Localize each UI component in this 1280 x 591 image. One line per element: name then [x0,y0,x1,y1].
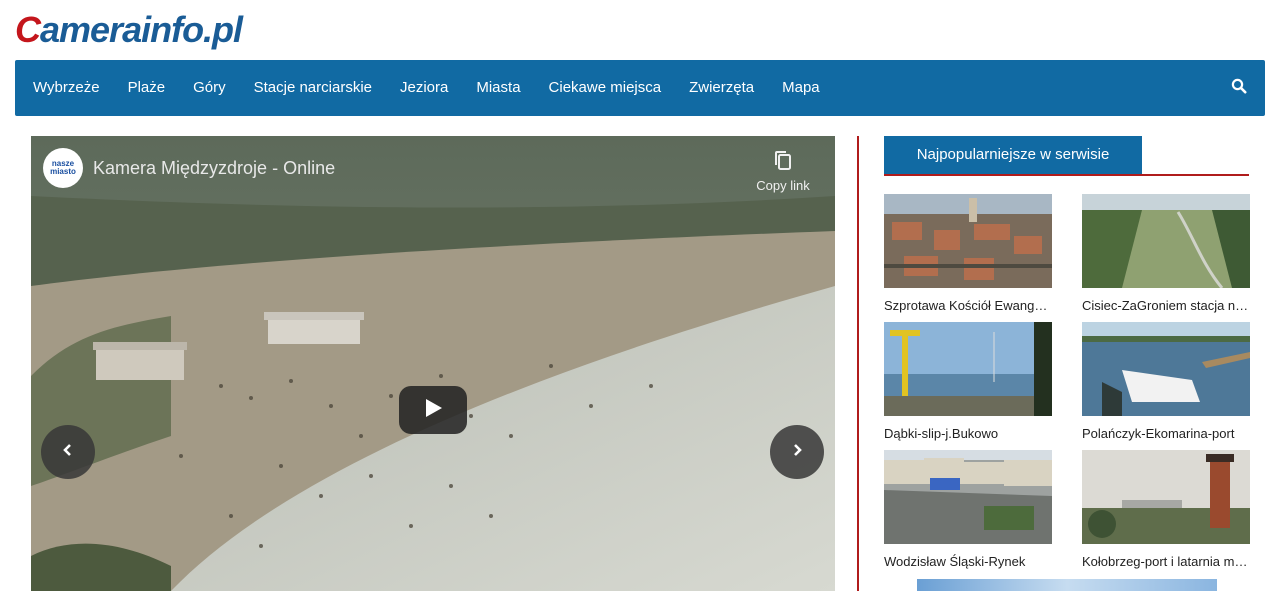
nav-item-wybrzeze[interactable]: Wybrzeże [15,60,114,116]
nav-item-ciekawe-miejsca[interactable]: Ciekawe miejsca [535,60,676,116]
thumbnail [884,450,1052,544]
popular-card[interactable]: Szprotawa Kościół Ewangelicki [884,194,1052,313]
popular-card[interactable]: Cisiec-ZaGroniem stacja narciarska [1082,194,1250,313]
copy-link-button[interactable]: Copy link [753,150,813,193]
copy-link-label: Copy link [756,178,810,193]
popular-card[interactable]: Dąbki-slip-j.Bukowo [884,322,1052,441]
chevron-left-icon [62,443,74,462]
search-icon[interactable] [1231,78,1251,98]
thumbnail [1082,322,1250,416]
thumbnail [884,322,1052,416]
card-title: Kołobrzeg-port i latarnia morska [1082,554,1250,569]
channel-avatar[interactable]: nasze miasto [43,148,83,188]
section-header: Najpopularniejsze w serwisie [884,136,1249,176]
card-title: Polańczyk-Ekomarina-port [1082,426,1235,441]
nav-item-zwierzeta[interactable]: Zwierzęta [675,60,768,116]
card-title: Dąbki-slip-j.Bukowo [884,426,999,441]
card-title: Cisiec-ZaGroniem stacja narciarska [1082,298,1250,313]
thumbnail [884,194,1052,288]
popular-card[interactable]: Wodzisław Śląski-Rynek [884,450,1052,569]
beach-webcam-frame [31,136,835,591]
play-button[interactable] [399,386,467,434]
copy-icon [753,150,813,172]
card-title: Wodzisław Śląski-Rynek [884,554,1026,569]
nav-item-jeziora[interactable]: Jeziora [386,60,462,116]
popular-sidebar: Najpopularniejsze w serwisie Szprotawa K… [884,136,1250,569]
column-divider [857,136,859,591]
popular-card[interactable]: Polańczyk-Ekomarina-port [1082,322,1250,441]
play-icon [423,398,443,423]
popular-card[interactable]: Kołobrzeg-port i latarnia morska [1082,450,1250,569]
channel-logo-text: nasze miasto [50,159,76,176]
section-title: Najpopularniejsze w serwisie [884,136,1142,174]
thumbnail [1082,194,1250,288]
carousel-prev-button[interactable] [41,425,95,479]
site-header: Camerainfo.pl [15,8,243,52]
nav-item-plaze[interactable]: Plaże [114,60,180,116]
advert-banner[interactable] [917,579,1217,591]
thumbnail [1082,450,1250,544]
site-logo[interactable]: Camerainfo.pl [15,9,243,50]
video-title[interactable]: Kamera Międzyzdroje - Online [93,158,335,179]
chevron-right-icon [791,443,803,462]
nav-item-mapa[interactable]: Mapa [768,60,834,116]
card-title: Szprotawa Kościół Ewangelicki [884,298,1052,313]
nav-item-gory[interactable]: Góry [179,60,240,116]
carousel-next-button[interactable] [770,425,824,479]
video-player[interactable]: nasze miasto Kamera Międzyzdroje - Onlin… [31,136,835,591]
main-nav: Wybrzeże Plaże Góry Stacje narciarskie J… [15,60,1265,116]
nav-item-miasta[interactable]: Miasta [462,60,534,116]
nav-item-stacje-narciarskie[interactable]: Stacje narciarskie [240,60,386,116]
